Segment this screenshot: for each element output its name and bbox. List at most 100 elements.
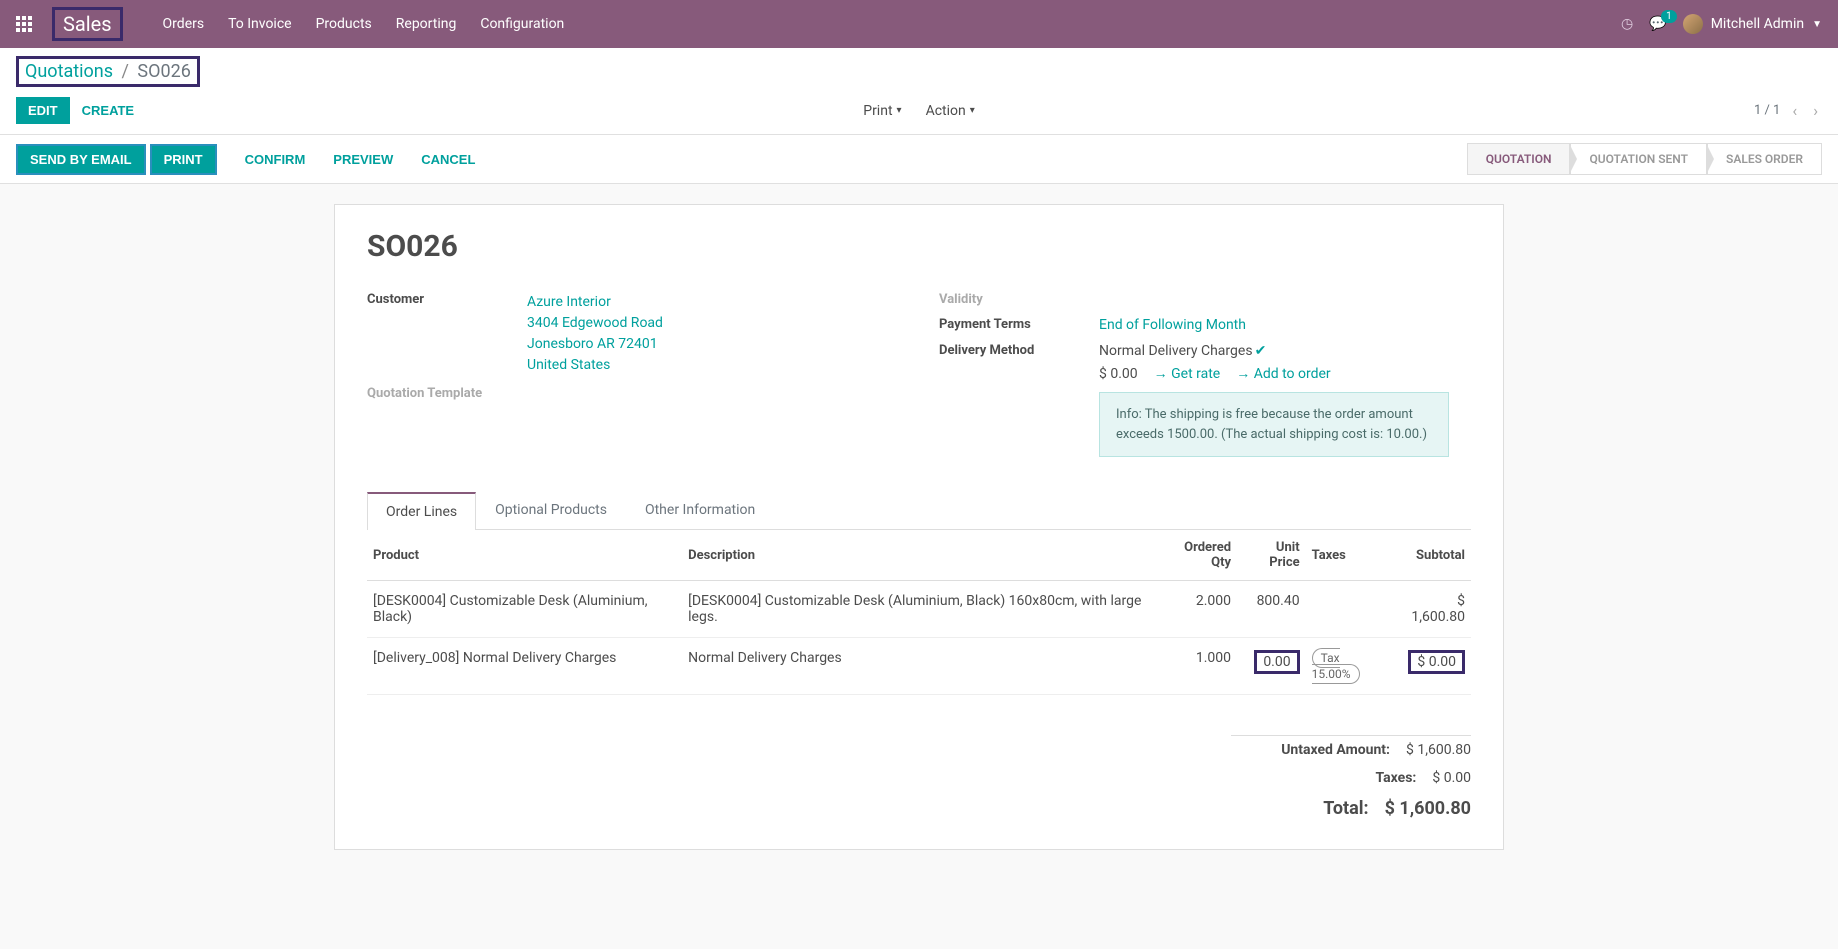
- check-icon: ✔: [1255, 343, 1267, 359]
- col-price[interactable]: Unit Price: [1237, 530, 1306, 581]
- customer-name[interactable]: Azure Interior: [527, 292, 899, 313]
- taxes-value: $ 0.00: [1432, 770, 1471, 786]
- cell-qty: 1.000: [1156, 638, 1237, 695]
- breadcrumb-separator: /: [121, 61, 128, 82]
- shipping-info: Info: The shipping is free because the o…: [1099, 392, 1449, 457]
- edit-button[interactable]: EDIT: [16, 97, 70, 124]
- total-grand: Total: $ 1,600.80: [1231, 792, 1471, 825]
- breadcrumb-current: SO026: [137, 61, 190, 82]
- col-description[interactable]: Description: [682, 530, 1156, 581]
- quote-template-label: Quotation Template: [367, 386, 527, 401]
- center-actions: Print ▾ Action ▾: [863, 103, 975, 119]
- pager: 1 / 1 ‹ ›: [1754, 101, 1822, 120]
- action-menu[interactable]: Action ▾: [926, 103, 975, 119]
- col-subtotal[interactable]: Subtotal: [1395, 530, 1471, 581]
- quote-template-value: [527, 386, 899, 401]
- hl-price: 0.00: [1254, 650, 1299, 674]
- user-name: Mitchell Admin: [1711, 16, 1804, 32]
- caret-down-icon: ▾: [897, 105, 902, 116]
- nav-orders[interactable]: Orders: [163, 16, 205, 32]
- confirm-button[interactable]: CONFIRM: [233, 146, 318, 173]
- apps-icon[interactable]: [16, 16, 32, 32]
- tab-optional-products[interactable]: Optional Products: [476, 491, 626, 529]
- order-title: SO026: [367, 229, 1471, 264]
- fields-left: Customer Azure Interior 3404 Edgewood Ro…: [367, 292, 899, 467]
- col-qty[interactable]: Ordered Qty: [1156, 530, 1237, 581]
- field-customer: Customer Azure Interior 3404 Edgewood Ro…: [367, 292, 899, 376]
- taxes-label: Taxes:: [1231, 770, 1416, 786]
- tab-order-lines[interactable]: Order Lines: [367, 492, 476, 530]
- cancel-button[interactable]: CANCEL: [409, 146, 487, 173]
- rate-row: $ 0.00 → Get rate → Add to order: [1099, 365, 1471, 382]
- untaxed-label: Untaxed Amount:: [1231, 742, 1390, 758]
- total-untaxed: Untaxed Amount: $ 1,600.80: [1231, 736, 1471, 764]
- status-step-sales-order[interactable]: SALES ORDER: [1707, 143, 1822, 175]
- pager-prev[interactable]: ‹: [1788, 101, 1801, 120]
- clock-icon[interactable]: ◷: [1621, 16, 1633, 32]
- field-validity: Validity: [939, 292, 1471, 307]
- pager-next[interactable]: ›: [1809, 101, 1822, 120]
- app-title[interactable]: Sales: [52, 7, 123, 41]
- cell-price: 800.40: [1237, 581, 1306, 638]
- status-step-quotation-sent[interactable]: QUOTATION SENT: [1570, 143, 1707, 175]
- cell-price: 0.00: [1237, 638, 1306, 695]
- print-menu[interactable]: Print ▾: [863, 103, 901, 119]
- nav-menu: Orders To Invoice Products Reporting Con…: [163, 16, 1621, 32]
- get-rate-link[interactable]: → Get rate: [1154, 365, 1221, 382]
- chat-button[interactable]: 💬 1: [1649, 16, 1666, 32]
- status-actions: SEND BY EMAIL PRINT CONFIRM PREVIEW CANC…: [16, 144, 487, 175]
- chat-badge: 1: [1661, 10, 1677, 23]
- payment-terms-label: Payment Terms: [939, 317, 1099, 333]
- breadcrumb-bar: Quotations / SO026: [0, 48, 1838, 91]
- table-header-row: Product Description Ordered Qty Unit Pri…: [367, 530, 1471, 581]
- order-lines-table: Product Description Ordered Qty Unit Pri…: [367, 530, 1471, 695]
- cell-subtotal: $ 0.00: [1395, 638, 1471, 695]
- totals: Untaxed Amount: $ 1,600.80 Taxes: $ 0.00…: [367, 735, 1471, 825]
- tax-pill: Tax 15.00%: [1312, 648, 1360, 684]
- col-product[interactable]: Product: [367, 530, 682, 581]
- send-by-email-button[interactable]: SEND BY EMAIL: [16, 144, 146, 175]
- payment-terms-value[interactable]: End of Following Month: [1099, 317, 1471, 333]
- user-menu[interactable]: Mitchell Admin ▼: [1683, 14, 1822, 34]
- print-button[interactable]: PRINT: [150, 144, 217, 175]
- create-button[interactable]: CREATE: [70, 97, 146, 124]
- control-bar: EDIT CREATE Print ▾ Action ▾ 1 / 1 ‹ ›: [0, 91, 1838, 135]
- delivery-method-value: Normal Delivery Charges✔ $ 0.00 → Get ra…: [1099, 343, 1471, 457]
- cell-qty: 2.000: [1156, 581, 1237, 638]
- cell-description: [DESK0004] Customizable Desk (Aluminium,…: [682, 581, 1156, 638]
- nav-configuration[interactable]: Configuration: [480, 16, 564, 32]
- cell-subtotal: $ 1,600.80: [1395, 581, 1471, 638]
- rate-amount: $ 0.00: [1099, 366, 1138, 382]
- nav-to-invoice[interactable]: To Invoice: [228, 16, 292, 32]
- customer-addr2: Jonesboro AR 72401: [527, 334, 899, 355]
- breadcrumb-root[interactable]: Quotations: [25, 61, 113, 82]
- customer-value: Azure Interior 3404 Edgewood Road Jonesb…: [527, 292, 899, 376]
- field-payment-terms: Payment Terms End of Following Month: [939, 317, 1471, 333]
- tab-other-information[interactable]: Other Information: [626, 491, 774, 529]
- sheet-wrap: SO026 Customer Azure Interior 3404 Edgew…: [0, 184, 1838, 890]
- cell-product: [DESK0004] Customizable Desk (Aluminium,…: [367, 581, 682, 638]
- form-sheet: SO026 Customer Azure Interior 3404 Edgew…: [334, 204, 1504, 850]
- customer-country: United States: [527, 355, 899, 376]
- preview-button[interactable]: PREVIEW: [321, 146, 405, 173]
- hl-subtotal: $ 0.00: [1408, 650, 1465, 674]
- table-row[interactable]: [Delivery_008] Normal Delivery Charges N…: [367, 638, 1471, 695]
- total-taxes: Taxes: $ 0.00: [1231, 764, 1471, 792]
- cell-tax: [1306, 581, 1395, 638]
- customer-label: Customer: [367, 292, 527, 376]
- breadcrumb: Quotations / SO026: [16, 56, 200, 87]
- table-row[interactable]: [DESK0004] Customizable Desk (Aluminium,…: [367, 581, 1471, 638]
- add-to-order-link[interactable]: → Add to order: [1236, 365, 1330, 382]
- cell-description: Normal Delivery Charges: [682, 638, 1156, 695]
- fields-right: Validity Payment Terms End of Following …: [939, 292, 1471, 467]
- field-delivery-method: Delivery Method Normal Delivery Charges✔…: [939, 343, 1471, 457]
- nav-products[interactable]: Products: [316, 16, 372, 32]
- caret-down-icon: ▼: [1812, 19, 1822, 30]
- total-label: Total:: [1231, 798, 1369, 819]
- pager-count: 1 / 1: [1754, 103, 1780, 118]
- total-value: $ 1,600.80: [1385, 798, 1471, 819]
- nav-reporting[interactable]: Reporting: [396, 16, 457, 32]
- col-taxes[interactable]: Taxes: [1306, 530, 1395, 581]
- customer-addr1: 3404 Edgewood Road: [527, 313, 899, 334]
- status-step-quotation[interactable]: QUOTATION: [1467, 143, 1571, 175]
